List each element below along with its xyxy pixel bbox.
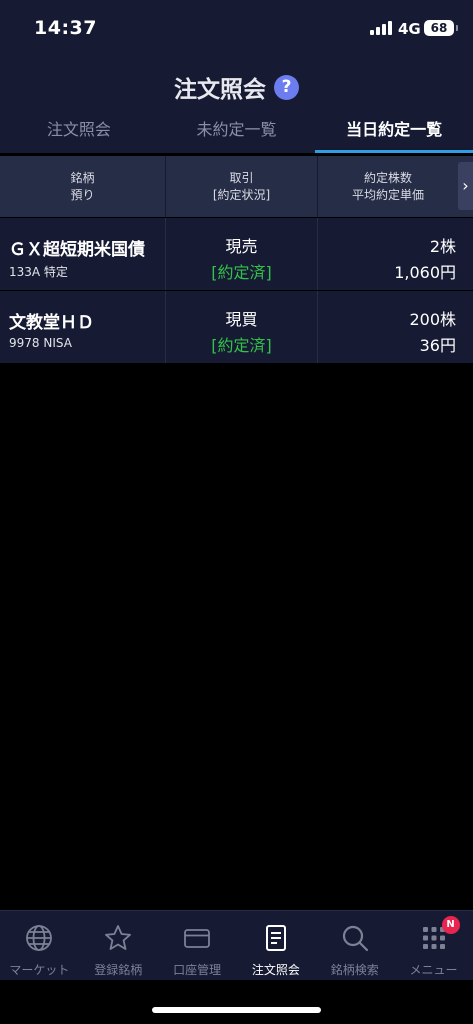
app-screen: 14:37 4G 68 注文照会? 注文照会 未約定一覧 当日約定一覧 銘柄 預… [0, 0, 473, 1024]
quantity-cell: 200株 36円 [318, 291, 473, 363]
executed-quantity: 2株 [429, 237, 456, 256]
column-header-line: 銘柄 [70, 170, 95, 185]
nav-account[interactable]: 口座管理 [158, 911, 237, 980]
nav-label: メニュー [409, 963, 458, 977]
average-price: 1,060円 [394, 263, 456, 282]
trade-type: 現売 [225, 237, 258, 256]
column-header-line: 預り [70, 187, 95, 202]
trade-cell: 現買 [約定済] [166, 291, 318, 363]
network-label: 4G [398, 20, 421, 38]
status-time: 14:37 [34, 17, 97, 39]
tab-today-executions[interactable]: 当日約定一覧 [315, 110, 473, 153]
stock-cell: ＧＸ超短期米国債 133A 特定 [0, 218, 166, 290]
stock-name: ＧＸ超短期米国債 [9, 240, 145, 260]
home-indicator[interactable] [152, 1007, 321, 1013]
column-header-trade: 取引 [約定状況] [166, 156, 318, 217]
nav-order-inquiry[interactable]: 注文照会 [236, 911, 315, 980]
column-header-stock: 銘柄 預り [0, 156, 166, 217]
column-header-line: 取引 [229, 170, 254, 185]
status-bar: 14:37 4G 68 [0, 0, 473, 56]
stock-name: 文教堂ＨＤ [9, 313, 94, 333]
table-row[interactable]: 文教堂ＨＤ 9978 NISA 現買 [約定済] 200株 36円 [0, 291, 473, 363]
nav-label: 口座管理 [173, 963, 222, 977]
tab-unexecuted-list[interactable]: 未約定一覧 [158, 110, 316, 153]
column-header-quantity: 約定株数 平均約定単価 [318, 156, 458, 217]
nav-market[interactable]: マーケット [0, 911, 79, 980]
nav-label: 注文照会 [251, 963, 300, 977]
quantity-cell: 2株 1,060円 [318, 218, 473, 290]
tab-order-inquiry[interactable]: 注文照会 [0, 110, 158, 153]
column-header-line: 平均約定単価 [351, 187, 424, 202]
stock-code-account: 133A 特定 [9, 265, 68, 279]
table-row[interactable]: ＧＸ超短期米国債 133A 特定 現売 [約定済] 2株 1,060円 [0, 218, 473, 290]
nav-label: 銘柄検索 [330, 963, 379, 977]
page-header: 注文照会? [0, 56, 473, 110]
bottom-navigation: マーケット 登録銘柄 口座管理 注文照会 銘柄検索 N メニュー [0, 910, 473, 980]
battery-icon: 68 [424, 20, 458, 36]
nav-stock-search[interactable]: 銘柄検索 [315, 911, 394, 980]
average-price: 36円 [419, 336, 456, 355]
column-header-line: [約定状況] [212, 187, 271, 202]
nav-watchlist[interactable]: 登録銘柄 [79, 911, 158, 980]
column-header-line: 約定株数 [363, 170, 412, 185]
document-icon [265, 925, 286, 951]
execution-status: [約定済] [211, 263, 272, 282]
star-icon [105, 925, 132, 950]
search-icon [342, 925, 368, 952]
table-header: 銘柄 預り 取引 [約定状況] 約定株数 平均約定単価 › [0, 156, 473, 217]
nav-label: マーケット [9, 963, 70, 977]
trade-cell: 現売 [約定済] [166, 218, 318, 290]
tab-bar: 注文照会 未約定一覧 当日約定一覧 [0, 110, 473, 153]
notification-badge: N [441, 916, 460, 934]
scroll-right-arrow-icon[interactable]: › [458, 162, 473, 210]
execution-status: [約定済] [211, 336, 272, 355]
card-icon [184, 929, 210, 948]
nav-label: 登録銘柄 [94, 963, 143, 977]
globe-icon [26, 925, 53, 951]
help-icon[interactable]: ? [274, 74, 299, 100]
nav-menu[interactable]: N メニュー [394, 911, 473, 980]
page-title: 注文照会 [174, 77, 266, 103]
executed-quantity: 200株 [409, 310, 456, 329]
signal-icon [370, 21, 392, 35]
stock-code-account: 9978 NISA [9, 336, 72, 350]
stock-cell: 文教堂ＨＤ 9978 NISA [0, 291, 166, 363]
trade-type: 現買 [225, 310, 258, 329]
